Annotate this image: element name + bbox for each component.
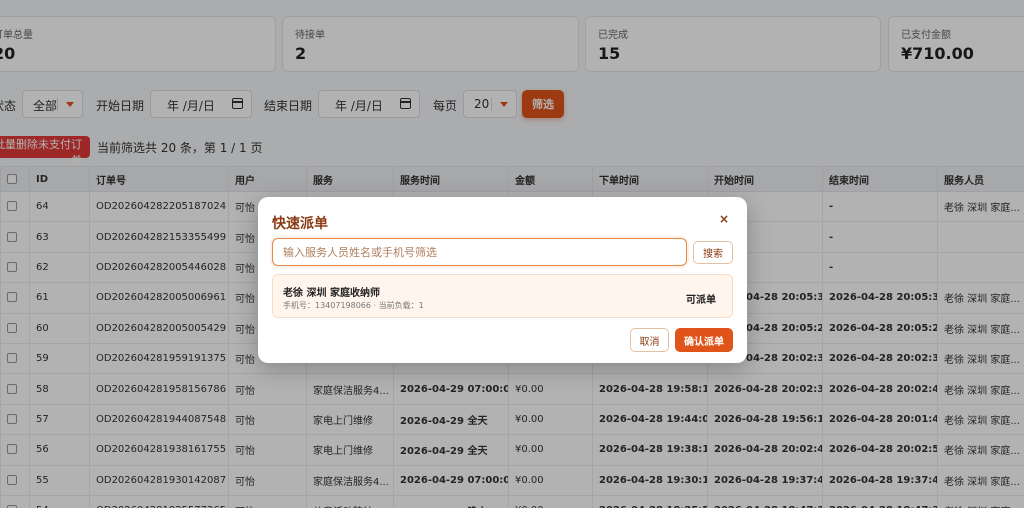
staff-list-item[interactable]: 老徐 深圳 家庭收纳师 手机号：13407198066 · 当前负载：1 可派单 [272, 274, 733, 318]
staff-status: 可派单 [686, 295, 716, 306]
modal-title: 快速派单 [272, 216, 328, 232]
staff-meta: 手机号：13407198066 · 当前负载：1 [283, 301, 424, 310]
quick-dispatch-modal: 快速派单 × 搜索 老徐 深圳 家庭收纳师 手机号：13407198066 · … [258, 197, 747, 363]
staff-name: 老徐 深圳 家庭收纳师 [283, 288, 380, 299]
staff-search-input[interactable] [272, 238, 687, 266]
confirm-dispatch-button[interactable]: 确认派单 [675, 328, 733, 352]
search-button[interactable]: 搜索 [693, 241, 733, 264]
close-icon[interactable]: × [719, 212, 729, 226]
cancel-button[interactable]: 取消 [630, 328, 669, 352]
